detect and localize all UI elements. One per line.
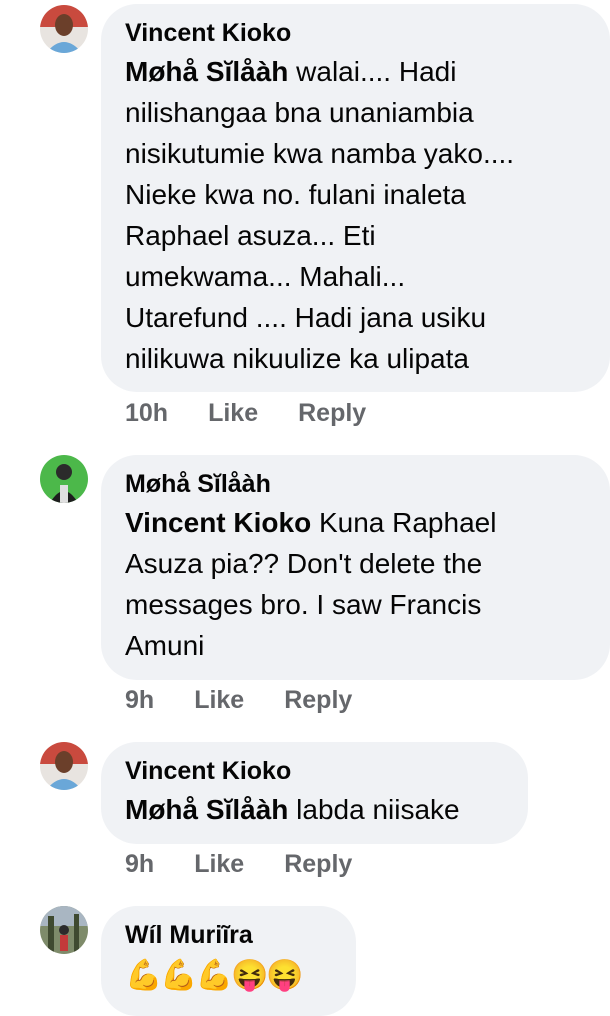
avatar[interactable] (40, 455, 88, 503)
avatar[interactable] (40, 742, 88, 790)
reply-button[interactable]: Reply (284, 686, 352, 715)
mention-link[interactable]: Møhå Sĭlåàh (125, 56, 288, 87)
avatar-vincent-icon (40, 742, 88, 790)
avatar[interactable] (40, 5, 88, 53)
avatar-wil-icon (40, 906, 88, 954)
comment-bubble[interactable]: Vincent Kioko Møhå Sĭlåàh walai.... Hadi… (101, 4, 610, 392)
comment-author[interactable]: Vincent Kioko (125, 756, 504, 786)
comment-time[interactable]: 10h (125, 399, 168, 428)
comment-author[interactable]: Wíl Muriĩra (125, 920, 332, 950)
avatar[interactable] (40, 906, 88, 954)
comment-text: Vincent Kioko Kuna Raphael Asuza pia?? D… (125, 507, 497, 661)
like-button[interactable]: Like (194, 686, 244, 715)
reply-button[interactable]: Reply (298, 399, 366, 428)
comment-text: Møhå Sĭlåàh walai.... Hadi nilishangaa b… (125, 56, 515, 374)
mention-link[interactable]: Møhå Sĭlåàh (125, 794, 288, 825)
mention-link[interactable]: Vincent Kioko (125, 507, 311, 538)
comment-time[interactable]: 9h (125, 850, 154, 879)
comment-actions: 10h Like Reply (125, 399, 366, 428)
comment-author[interactable]: Møhå Sĭlåàh (125, 469, 586, 499)
comment-emojis: 💪💪💪😝😝 (125, 959, 304, 992)
comment-actions: 9h Like Reply (125, 686, 352, 715)
comment-time[interactable]: 9h (125, 686, 154, 715)
reply-button[interactable]: Reply (284, 850, 352, 879)
comment-bubble[interactable]: Vincent Kioko Møhå Sĭlåàh labda niisake (101, 742, 528, 844)
comment-text: Møhå Sĭlåàh labda niisake (125, 794, 460, 825)
like-button[interactable]: Like (194, 850, 244, 879)
comment-bubble[interactable]: Wíl Muriĩra 💪💪💪😝😝 (101, 906, 356, 1016)
avatar-vincent-icon (40, 5, 88, 53)
comment-author[interactable]: Vincent Kioko (125, 18, 586, 48)
comment-bubble[interactable]: Møhå Sĭlåàh Vincent Kioko Kuna Raphael A… (101, 455, 610, 680)
avatar-moha-icon (40, 455, 88, 503)
comment-actions: 9h Like Reply (125, 850, 352, 879)
like-button[interactable]: Like (208, 399, 258, 428)
